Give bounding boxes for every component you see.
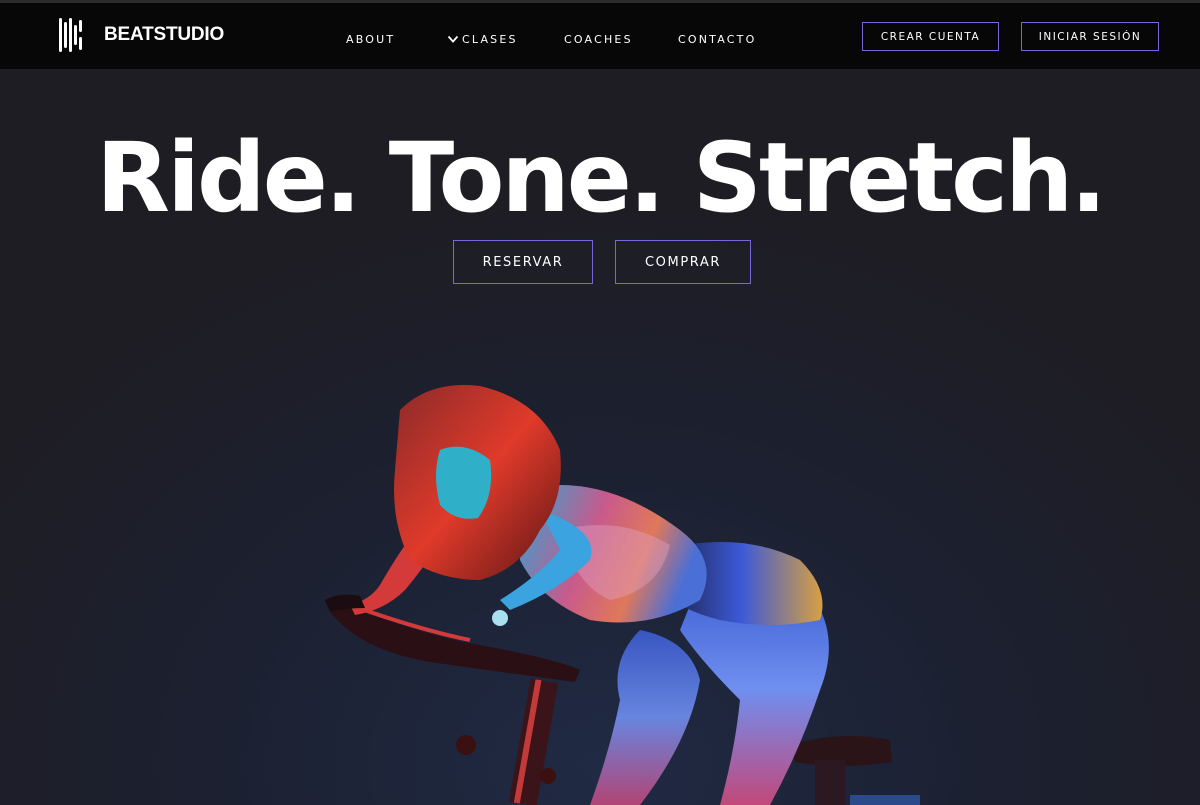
nav-item-label: CLASES: [462, 32, 518, 46]
chevron-down-icon: [447, 35, 459, 43]
brand-name: BEATSTUDIO: [104, 24, 225, 45]
nav-item-clases[interactable]: CLASES: [447, 27, 518, 51]
login-button[interactable]: INICIAR SESIÓN: [1021, 22, 1159, 51]
page: BEATSTUDIO ABOUT CLASES COACHES CONTACTO…: [0, 0, 1200, 805]
nav-item-contacto[interactable]: CONTACTO: [678, 27, 756, 51]
hero-cyclist-photo: [325, 385, 920, 805]
buy-button[interactable]: COMPRAR: [615, 240, 751, 284]
reserve-button[interactable]: RESERVAR: [453, 240, 593, 284]
nav-item-label: ABOUT: [346, 32, 396, 46]
hero-headline: Ride. Tone. Stretch.: [96, 122, 1107, 234]
nav-item-label: CONTACTO: [678, 32, 757, 46]
nav-item-label: COACHES: [564, 32, 633, 46]
top-navigation-bar: BEATSTUDIO ABOUT CLASES COACHES CONTACTO…: [0, 0, 1200, 69]
brand-logo[interactable]: BEATSTUDIO: [58, 15, 224, 55]
nav-item-about[interactable]: ABOUT: [346, 27, 395, 51]
create-account-button[interactable]: CREAR CUENTA: [862, 22, 999, 51]
beat-bars-logo-icon: [59, 18, 82, 52]
nav-item-coaches[interactable]: COACHES: [564, 27, 633, 51]
